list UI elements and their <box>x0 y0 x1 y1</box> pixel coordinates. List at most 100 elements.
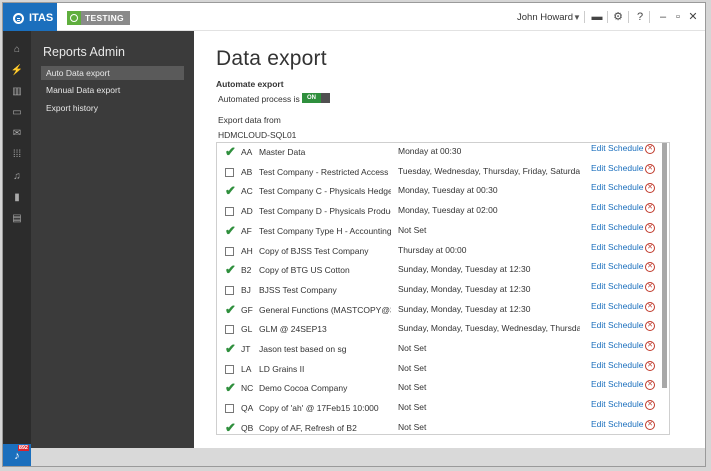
delete-icon[interactable]: ✕ <box>645 144 655 154</box>
itas-logo[interactable]: ITAS <box>3 3 57 33</box>
checkmark-icon[interactable]: ✔ <box>225 184 236 197</box>
delete-icon[interactable]: ✕ <box>645 203 655 214</box>
automated-process-toggle[interactable]: ON <box>302 93 330 103</box>
table-row[interactable]: ✔ AC Test Company C - Physicals Hedge Monda… <box>217 182 669 202</box>
company-code: BJ <box>241 284 251 295</box>
edit-schedule-link[interactable]: Edit Schedule <box>591 182 643 192</box>
checkmark-icon[interactable]: ✔ <box>225 421 236 434</box>
table-row[interactable]: GL GLM @ 24SEP13 Sunday, Monday, Tuesday, … <box>217 320 669 340</box>
table-row[interactable]: ✔ GF General Functions (MASTCOPY@31JAN) Sun… <box>217 301 669 321</box>
delete-icon[interactable]: ✕ <box>645 419 655 430</box>
delete-icon[interactable]: ✕ <box>645 301 655 312</box>
company-code: GL <box>241 324 253 335</box>
checkmark-icon[interactable]: ✔ <box>225 263 236 276</box>
checkmark-icon[interactable]: ✔ <box>225 145 236 158</box>
sidebar-item-export-history[interactable]: Export history <box>41 101 184 115</box>
building-icon[interactable]: ▥ <box>10 85 24 99</box>
app-window: ITAS TESTING John Howard ▼ ▬ ⚙ ? – ▫ ✕ ⌂… <box>2 2 706 467</box>
table-row[interactable]: QA Copy of 'ah' @ 17Feb15 10:000 Not Set Ed… <box>217 399 669 419</box>
edit-schedule-link[interactable]: Edit Schedule <box>591 222 643 232</box>
table-row[interactable]: AH Copy of BJSS Test Company Thursday at 0… <box>217 242 669 262</box>
sidebar-item-manual-data-export[interactable]: Manual Data export <box>41 83 184 97</box>
chat-icon[interactable]: ▬ <box>591 11 603 23</box>
table-row[interactable]: ✔ AA Master Data Monday at 00:30 Edit Schedu… <box>217 143 669 163</box>
checkbox[interactable] <box>225 285 234 295</box>
table-row[interactable]: LA LD Grains II Not Set Edit Schedule ✕ <box>217 360 669 380</box>
gear-icon[interactable]: ⚙ <box>612 11 624 23</box>
edit-schedule-link[interactable]: Edit Schedule <box>591 320 643 330</box>
edit-schedule-link[interactable]: Edit Schedule <box>591 163 643 173</box>
notifications-button[interactable]: ♪ 892 <box>3 444 31 466</box>
checkmark-icon[interactable]: ✔ <box>225 303 236 316</box>
checkbox[interactable] <box>225 325 234 335</box>
checkmark-icon[interactable]: ✔ <box>225 224 236 237</box>
checkbox[interactable] <box>225 167 234 177</box>
folder-icon[interactable]: ▭ <box>10 106 24 120</box>
home-icon[interactable]: ⌂ <box>10 43 24 57</box>
company-code: QB <box>241 422 254 433</box>
divider <box>649 11 650 23</box>
help-icon[interactable]: ? <box>634 11 646 23</box>
user-name[interactable]: John Howard <box>517 12 573 23</box>
delete-icon[interactable]: ✕ <box>645 163 655 174</box>
divider <box>584 11 585 23</box>
edit-schedule-link[interactable]: Edit Schedule <box>591 242 643 252</box>
table-row[interactable]: BJ BJSS Test Company Sunday, Monday, Tuesd… <box>217 281 669 301</box>
lightning-icon[interactable]: ⚡ <box>10 64 24 78</box>
company-name: BJSS Test Company <box>259 284 337 295</box>
delete-icon[interactable]: ✕ <box>645 321 655 332</box>
checkbox[interactable] <box>225 404 234 414</box>
delete-icon[interactable]: ✕ <box>645 341 655 351</box>
checkmark-icon[interactable]: ✔ <box>225 381 236 394</box>
checkbox[interactable] <box>225 364 234 374</box>
close-icon[interactable]: ✕ <box>687 11 699 23</box>
schedule-text: Not Set <box>398 402 427 413</box>
grid-icon[interactable]: ⁞⁞⁞ <box>10 148 24 162</box>
delete-icon[interactable]: ✕ <box>645 222 655 233</box>
company-code: B2 <box>241 265 252 276</box>
table-row[interactable]: ✔ NC Demo Cocoa Company Not Set Edit Schedul… <box>217 379 669 399</box>
sidebar-item-auto-data-export[interactable]: Auto Data export <box>41 66 184 80</box>
table-row[interactable]: ✔ QB Copy of AF, Refresh of B2 Not Set Edit … <box>217 419 669 434</box>
schedule-text: Not Set <box>398 421 427 432</box>
delete-icon[interactable]: ✕ <box>645 242 655 253</box>
schedule-text: Thursday at 00:00 <box>398 244 467 255</box>
edit-schedule-link[interactable]: Edit Schedule <box>591 379 643 389</box>
checkbox[interactable] <box>225 207 234 217</box>
list-scrollbar[interactable] <box>662 143 667 388</box>
edit-schedule-link[interactable]: Edit Schedule <box>591 419 643 429</box>
checkbox[interactable] <box>225 246 234 256</box>
edit-schedule-link[interactable]: Edit Schedule <box>591 301 643 311</box>
delete-icon[interactable]: ✕ <box>645 360 655 371</box>
table-row[interactable]: AD Test Company D - Physicals Production M… <box>217 202 669 222</box>
edit-schedule-link[interactable]: Edit Schedule <box>591 261 643 271</box>
table-row[interactable]: AB Test Company - Restricted Access Tuesda… <box>217 163 669 183</box>
company-name: Copy of BJSS Test Company <box>259 245 369 256</box>
report-icon[interactable]: ▤ <box>10 212 24 226</box>
delete-icon[interactable]: ✕ <box>645 380 655 391</box>
table-row[interactable]: ✔ B2 Copy of BTG US Cotton Sunday, Monday, … <box>217 261 669 281</box>
bar-chart-icon[interactable]: ▮ <box>10 191 24 205</box>
maximize-icon[interactable]: ▫ <box>672 11 684 23</box>
schedule-text: Not Set <box>398 343 427 353</box>
bell-icon[interactable]: ♫ <box>10 170 24 184</box>
table-row[interactable]: ✔ AF Test Company Type H - Accounting Not S… <box>217 222 669 242</box>
mail-icon[interactable]: ✉ <box>10 127 24 141</box>
schedule-text: Sunday, Monday, Tuesday at 12:30 <box>398 283 531 294</box>
edit-schedule-link[interactable]: Edit Schedule <box>591 399 643 409</box>
minimize-icon[interactable]: – <box>657 11 669 23</box>
schedule-text: Not Set <box>398 224 427 235</box>
delete-icon[interactable]: ✕ <box>645 400 655 411</box>
notification-count: 892 <box>17 445 29 451</box>
delete-icon[interactable]: ✕ <box>645 281 655 292</box>
edit-schedule-link[interactable]: Edit Schedule <box>591 202 643 212</box>
edit-schedule-link[interactable]: Edit Schedule <box>591 340 643 350</box>
chevron-down-icon[interactable]: ▼ <box>573 13 581 22</box>
table-row[interactable]: ✔ JT Jason test based on sg Not Set Edit Sch… <box>217 340 669 360</box>
delete-icon[interactable]: ✕ <box>645 183 655 194</box>
delete-icon[interactable]: ✕ <box>645 262 655 273</box>
edit-schedule-link[interactable]: Edit Schedule <box>591 143 643 153</box>
edit-schedule-link[interactable]: Edit Schedule <box>591 281 643 291</box>
edit-schedule-link[interactable]: Edit Schedule <box>591 360 643 370</box>
checkmark-icon[interactable]: ✔ <box>225 342 236 355</box>
